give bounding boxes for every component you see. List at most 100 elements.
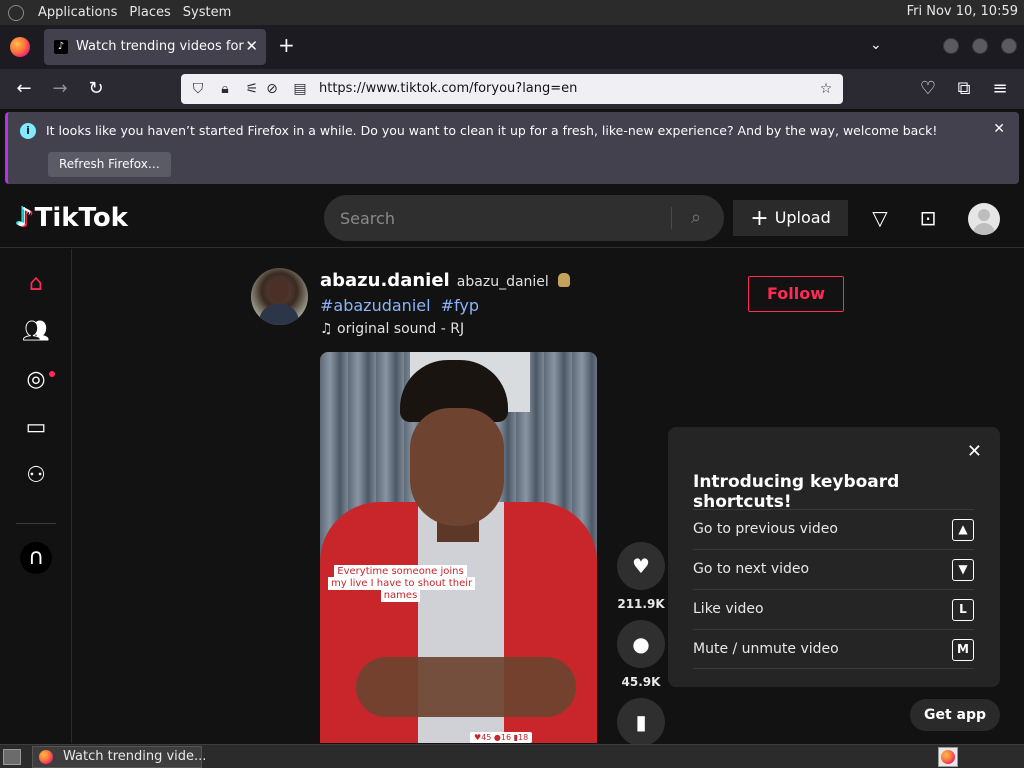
- avatar-face-shape: [269, 278, 289, 302]
- plus-icon: +: [750, 206, 769, 231]
- panel-clock[interactable]: Fri Nov 10, 10:59: [907, 4, 1018, 19]
- browser-tab[interactable]: ♪ Watch trending videos for y ✕: [44, 29, 266, 65]
- sound-title: original sound - RJ: [337, 321, 465, 337]
- author-username[interactable]: abazu.daniel: [320, 270, 450, 291]
- show-desktop-icon[interactable]: [3, 749, 21, 765]
- reader-view-icon[interactable]: ▤: [291, 80, 309, 98]
- post-sound[interactable]: ♫ original sound - RJ: [320, 321, 464, 337]
- bookmark-star-icon[interactable]: ☆: [817, 80, 835, 98]
- search-icon[interactable]: ⌕: [684, 206, 708, 230]
- shortcut-label: Go to previous video: [693, 521, 838, 537]
- firefox-logo-icon: [10, 37, 30, 57]
- author-info: abazu.daniel abazu_daniel: [320, 270, 570, 291]
- reload-icon[interactable]: ↻: [84, 77, 108, 101]
- list-all-tabs-chevron-icon[interactable]: ⌄: [870, 37, 882, 53]
- tiktok-header: ♪ TikTok ⌕ + Upload ▽ ⊡: [0, 188, 1024, 248]
- tab-title: Watch trending videos for y: [76, 39, 246, 54]
- home-icon[interactable]: ⌂: [22, 270, 50, 298]
- bookmark-icon[interactable]: ▮: [617, 698, 665, 746]
- creator-arch-icon[interactable]: ∩: [20, 542, 52, 574]
- search-input[interactable]: [340, 207, 660, 229]
- upload-label: Upload: [774, 208, 831, 227]
- gnome-foot-icon[interactable]: [8, 4, 24, 21]
- video-face-shape: [410, 408, 504, 526]
- autoplay-blocked-icon[interactable]: ⊘: [263, 80, 281, 98]
- shortcut-row: Mute / unmute video M: [693, 629, 974, 669]
- workspace-switcher[interactable]: [938, 747, 958, 767]
- shortcut-label: Mute / unmute video: [693, 641, 839, 657]
- hashtag-link[interactable]: #fyp: [441, 296, 479, 315]
- keyboard-shortcuts-popup: ✕ Introducing keyboard shortcuts! Go to …: [668, 427, 1000, 687]
- upload-button[interactable]: + Upload: [733, 200, 848, 236]
- like-count: 211.9K: [617, 597, 665, 611]
- taskbar-window-title: Watch trending vide...: [63, 749, 207, 764]
- key-down-icon: ▼: [952, 559, 974, 581]
- author-nickname[interactable]: abazu_daniel: [457, 274, 549, 290]
- desktop-taskbar: Watch trending vide...: [0, 744, 1024, 768]
- shortcut-row: Go to next video ▼: [693, 549, 974, 589]
- music-note-icon: ♫: [320, 321, 333, 337]
- avatar-body-shape: [973, 223, 995, 235]
- close-tab-icon[interactable]: ✕: [245, 37, 258, 55]
- refresh-firefox-button[interactable]: Refresh Firefox…: [48, 152, 171, 177]
- tracking-protection-shield-icon[interactable]: ⛉: [189, 80, 207, 98]
- lock-icon[interactable]: 🔒︎: [216, 80, 234, 98]
- follow-button[interactable]: Follow: [748, 276, 844, 312]
- video-caption-overlay: Everytime someone joins my live I have t…: [328, 565, 476, 602]
- back-arrow-icon[interactable]: ←: [12, 77, 36, 101]
- app-menu-hamburger-icon[interactable]: ≡: [988, 77, 1012, 101]
- shortcut-row: Go to previous video ▲: [693, 509, 974, 549]
- address-bar[interactable]: ⛉ 🔒︎ ⚟ ⊘ ▤ https://www.tiktok.com/foryou…: [181, 74, 843, 104]
- refresh-firefox-notification: i It looks like you haven’t started Fire…: [5, 112, 1019, 184]
- video-caption-text: Everytime someone joins my live I have t…: [328, 565, 476, 602]
- shortcut-label: Like video: [693, 601, 764, 617]
- browser-tab-strip: ♪ Watch trending videos for y ✕ + ⌄: [0, 25, 1024, 69]
- video-hands-shape: [356, 657, 576, 717]
- forward-arrow-icon[interactable]: →: [48, 77, 72, 101]
- popup-title: Introducing keyboard shortcuts!: [693, 472, 900, 512]
- taskbar-firefox-window[interactable]: Watch trending vide...: [32, 746, 206, 768]
- tiktok-note-icon: ♪: [16, 203, 33, 233]
- video-player[interactable]: Everytime someone joins my live I have t…: [320, 352, 597, 743]
- author-avatar[interactable]: [251, 268, 308, 325]
- places-menu[interactable]: Places: [123, 5, 176, 20]
- comment-bubble-icon[interactable]: ●: [617, 620, 665, 668]
- explore-notification-dot: [49, 371, 55, 377]
- like-heart-icon[interactable]: ♥: [617, 542, 665, 590]
- url-text[interactable]: https://www.tiktok.com/foryou?lang=en: [319, 81, 577, 96]
- close-window-button[interactable]: [1001, 38, 1017, 54]
- applications-menu[interactable]: Applications: [32, 5, 123, 20]
- profile-avatar[interactable]: [968, 203, 1000, 235]
- system-menu[interactable]: System: [177, 5, 237, 20]
- browser-nav-bar: ← → ↻ ⛉ 🔒︎ ⚟ ⊘ ▤ https://www.tiktok.com/…: [0, 69, 1024, 109]
- close-popup-icon[interactable]: ✕: [967, 441, 982, 462]
- creator-badge-icon: [557, 273, 570, 287]
- info-icon: i: [20, 123, 36, 139]
- tiktok-logo[interactable]: ♪ TikTok: [16, 202, 128, 234]
- new-tab-button[interactable]: +: [278, 35, 295, 55]
- permissions-icon[interactable]: ⚟: [243, 80, 261, 98]
- hashtag-link[interactable]: #abazudaniel: [320, 296, 431, 315]
- get-app-button[interactable]: Get app: [910, 699, 1000, 731]
- key-l-icon: L: [952, 599, 974, 621]
- profile-icon[interactable]: ⚇: [22, 462, 50, 490]
- sidebar-divider: [16, 523, 56, 524]
- close-notification-icon[interactable]: ✕: [993, 121, 1005, 137]
- maximize-window-button[interactable]: [972, 38, 988, 54]
- tiktok-wordmark: TikTok: [34, 203, 128, 233]
- following-icon[interactable]: 👥︎: [22, 318, 50, 346]
- live-video-icon[interactable]: ▭: [22, 414, 50, 442]
- minimize-window-button[interactable]: [943, 38, 959, 54]
- left-sidebar: ⌂ 👥︎ ◎ ▭ ⚇ ∩: [0, 249, 72, 743]
- avatar-head-shape: [978, 209, 990, 221]
- key-m-icon: M: [952, 639, 974, 661]
- firefox-taskbar-icon: [39, 750, 53, 764]
- pocket-icon[interactable]: ♡: [916, 77, 940, 101]
- explore-compass-icon[interactable]: ◎: [22, 366, 50, 394]
- inbox-icon[interactable]: ⊡: [914, 204, 942, 232]
- post-caption: #abazudaniel #fyp: [320, 296, 484, 315]
- extensions-icon[interactable]: ⧉: [952, 77, 976, 101]
- firefox-tray-icon: [941, 750, 955, 764]
- search-divider: [671, 207, 672, 229]
- messages-send-icon[interactable]: ▽: [866, 204, 894, 232]
